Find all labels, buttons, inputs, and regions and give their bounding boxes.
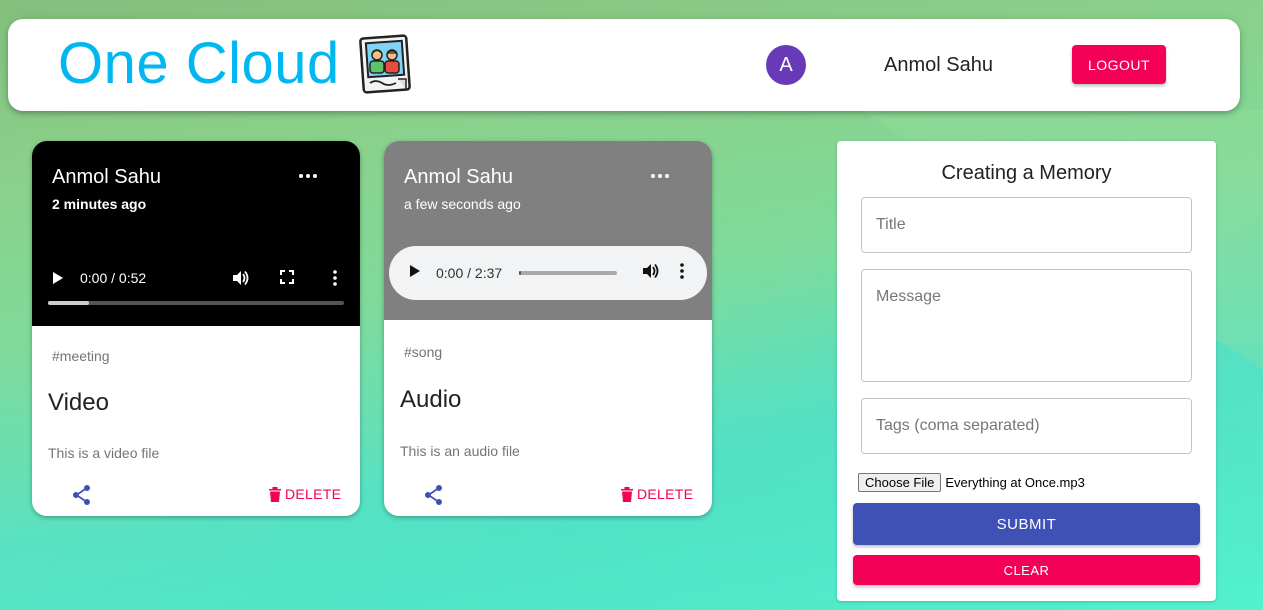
volume-icon[interactable] [231,269,249,287]
clear-button[interactable]: CLEAR [853,555,1200,585]
card-message: This is an audio file [400,443,520,459]
delete-label: DELETE [637,486,694,502]
delete-button[interactable]: DELETE [268,483,341,505]
audio-media-area: Anmol Sahu a few seconds ago 0:00 / 2:37 [384,141,712,320]
title-field[interactable]: Title [861,197,1192,253]
audio-player[interactable]: 0:00 / 2:37 [389,246,707,300]
memory-form: Creating a Memory Title Message Tags (co… [837,141,1216,601]
share-icon[interactable] [70,483,94,507]
message-field[interactable]: Message [861,269,1192,382]
form-heading: Creating a Memory [941,162,1112,184]
more-vertical-icon[interactable] [679,263,685,279]
memory-card: Anmol Sahu 2 minutes ago 0:00 / 0:52 #me… [32,141,360,516]
memories-logo-icon [359,34,411,94]
card-message: This is a video file [48,445,160,461]
card-timestamp: a few seconds ago [404,196,521,212]
video-player[interactable]: Anmol Sahu 2 minutes ago 0:00 / 0:52 [32,141,360,326]
volume-icon[interactable] [641,262,659,280]
card-tags: #song [404,344,443,360]
card-tags: #meeting [52,348,110,364]
card-title: Audio [400,386,462,413]
trash-icon [621,486,633,502]
video-time: 0:00 / 0:52 [80,270,147,286]
submit-button[interactable]: SUBMIT [853,503,1200,545]
trash-icon [269,486,281,502]
share-icon[interactable] [422,483,446,507]
tags-field[interactable]: Tags (coma separated) [861,398,1192,454]
card-title: Video [48,389,109,416]
audio-progress-bar[interactable] [519,271,617,275]
audio-time: 0:00 / 2:37 [436,265,503,281]
brand-title: One Cloud [58,31,340,96]
logout-button[interactable]: LOGOUT [1072,45,1166,84]
memory-card: Anmol Sahu a few seconds ago 0:00 / 2:37… [384,141,712,516]
more-horizontal-icon[interactable] [298,171,318,181]
card-author: Anmol Sahu [52,166,161,188]
more-vertical-icon[interactable] [332,270,338,286]
fullscreen-icon[interactable] [280,270,294,284]
user-name: Anmol Sahu [884,54,993,76]
selected-file-name: Everything at Once.mp3 [945,475,1085,490]
app-header: One Cloud A Anmol Sahu LOGOUT [8,19,1240,111]
play-icon[interactable] [409,264,421,278]
video-controls: 0:00 / 0:52 [32,263,360,303]
more-horizontal-icon[interactable] [650,171,670,181]
video-progress-bar[interactable] [48,301,344,305]
card-author: Anmol Sahu [404,166,513,188]
delete-button[interactable]: DELETE [620,483,693,505]
card-timestamp: 2 minutes ago [52,196,147,212]
delete-label: DELETE [285,486,342,502]
avatar[interactable]: A [766,45,806,85]
file-picker: Choose File Everything at Once.mp3 [858,473,1085,492]
choose-file-button[interactable]: Choose File [858,473,942,492]
play-icon[interactable] [52,271,64,285]
